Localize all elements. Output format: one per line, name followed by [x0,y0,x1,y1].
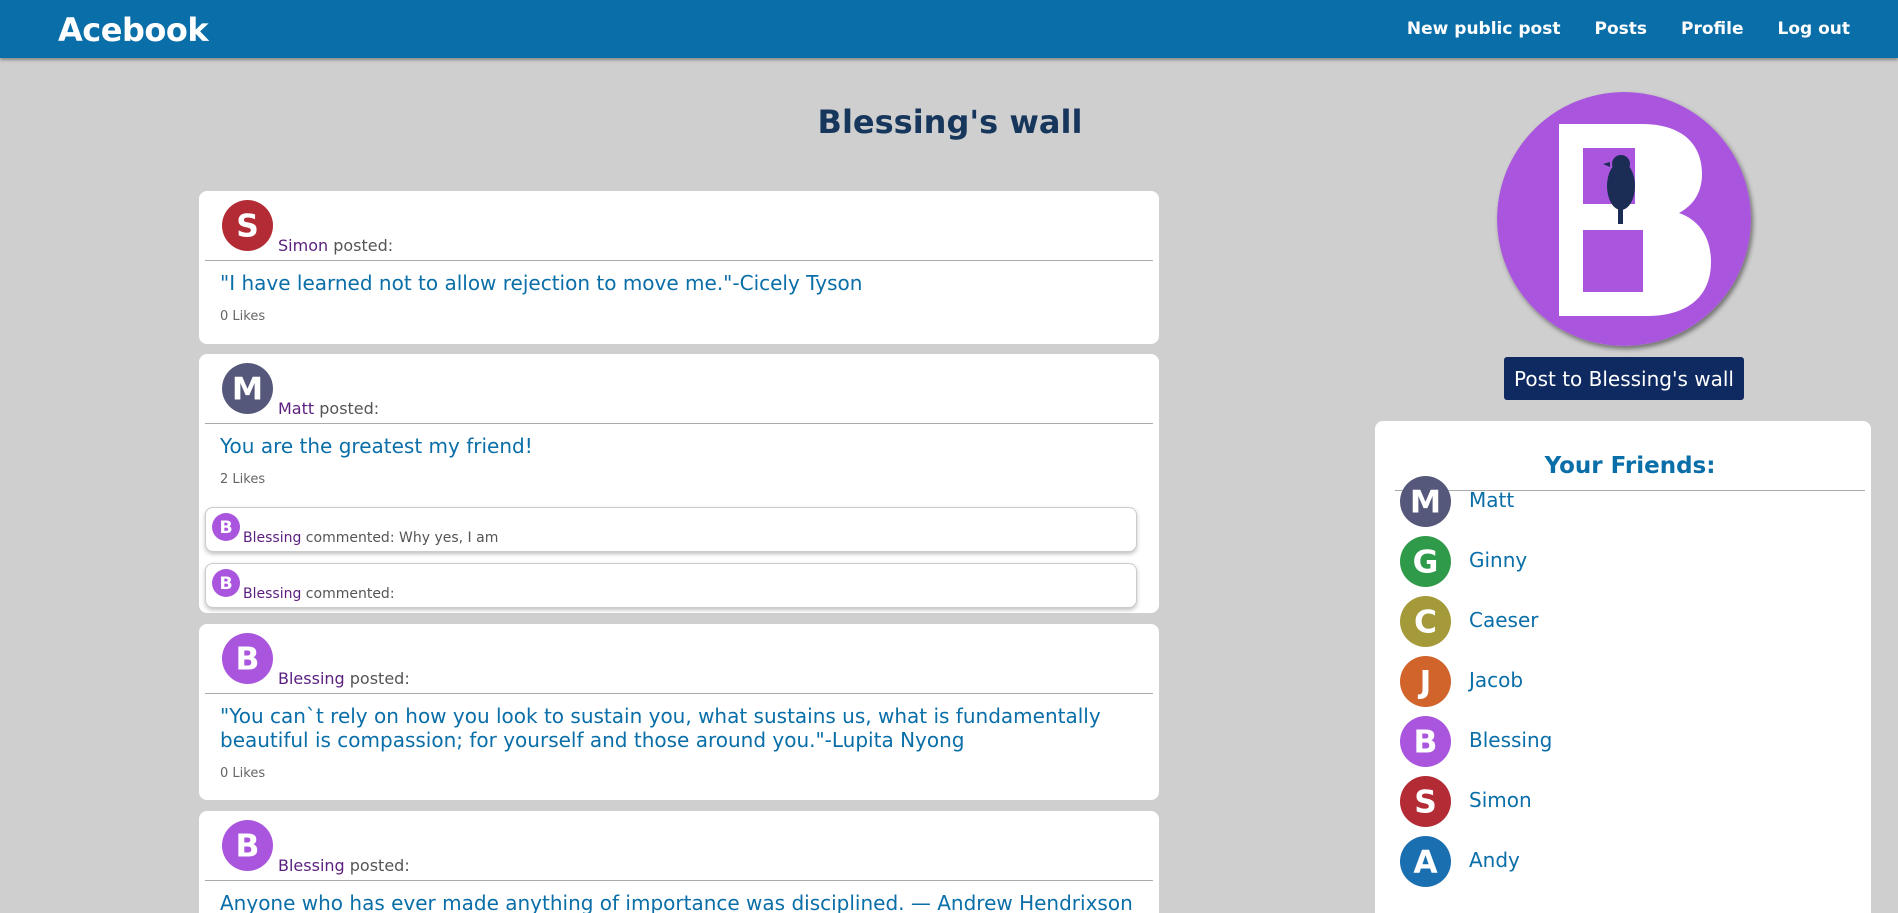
friend-name[interactable]: Matt [1469,488,1514,512]
friend-item-blessing[interactable]: B Blessing [1400,716,1800,768]
poster-line: Simon posted: [278,236,394,255]
friend-name[interactable]: Blessing [1469,728,1552,752]
friend-item-jacob[interactable]: J Jacob [1400,656,1800,708]
post-text: Anyone who has ever made anything of imp… [220,891,1133,913]
user-avatar-icon[interactable]: S [222,200,273,251]
nav-log-out[interactable]: Log out [1777,19,1850,39]
logo-text: Acebook [58,11,209,49]
poster-line: Matt posted: [278,399,380,418]
post-text: "You can`t rely on how you look to susta… [220,704,1101,752]
friend-name[interactable]: Jacob [1469,668,1523,692]
friend-avatar-icon[interactable]: A [1400,836,1451,887]
navbar: Acebook New public post Posts Profile Lo… [0,0,1898,58]
friend-name[interactable]: Simon [1469,788,1532,812]
nav-new-public-post[interactable]: New public post [1407,19,1561,39]
comment-author-link[interactable]: Blessing [243,530,301,546]
user-avatar-icon[interactable]: M [222,363,273,414]
friend-item-simon[interactable]: S Simon [1400,776,1800,828]
acebook-logo[interactable]: Acebook [58,6,209,50]
svg-text:B: B [1414,724,1438,760]
post-to-wall-button[interactable]: Post to Blessing's wall [1504,357,1744,400]
post-card: S Simon posted: "I have learned not to a… [199,191,1159,344]
poster-line: Blessing posted: [278,856,410,875]
svg-text:S: S [1414,784,1437,820]
svg-text:B: B [236,641,260,677]
nav-posts[interactable]: Posts [1594,19,1647,39]
comment: B Blessing commented: Why yes, I am [205,507,1137,552]
friend-name[interactable]: Ginny [1469,548,1527,572]
svg-text:B: B [236,828,260,864]
comment: B Blessing commented: [205,563,1137,608]
svg-text:S: S [236,208,259,244]
post-header: M Matt posted: [205,354,1153,424]
svg-text:B: B [219,574,232,594]
author-link[interactable]: Matt [278,399,314,418]
commenter-avatar-icon[interactable]: B [212,513,240,541]
friend-item-andy[interactable]: A Andy [1400,836,1800,888]
friend-avatar-icon[interactable]: C [1400,596,1451,647]
svg-text:M: M [1410,484,1441,520]
post-header: B Blessing posted: [205,624,1153,694]
post-text: You are the greatest my friend! [220,434,533,458]
post-card: M Matt posted: You are the greatest my f… [199,354,1159,613]
likes-count[interactable]: 2 Likes [205,458,1153,487]
commenter-avatar-icon[interactable]: B [212,569,240,597]
post-card: B Blessing posted: "You can`t rely on ho… [199,624,1159,800]
profile-picture-icon [1497,92,1751,346]
user-avatar-icon[interactable]: B [222,633,273,684]
svg-text:J: J [1418,664,1432,700]
friend-avatar-icon[interactable]: S [1400,776,1451,827]
post-card: B Blessing posted: Anyone who has ever m… [199,811,1159,913]
friend-item-matt[interactable]: M Matt [1400,476,1800,528]
svg-text:C: C [1414,604,1437,640]
friend-name[interactable]: Andy [1469,848,1520,872]
friend-name[interactable]: Caeser [1469,608,1538,632]
friends-list-card: Your Friends: M Matt G Ginny C Caeser J … [1375,421,1871,913]
friend-avatar-icon[interactable]: J [1400,656,1451,707]
friend-avatar-icon[interactable]: G [1400,536,1451,587]
comment-text: Blessing commented: Why yes, I am [243,530,499,546]
page-title: Blessing's wall [817,103,1083,141]
likes-count[interactable]: 0 Likes [205,752,1153,781]
friend-avatar-icon[interactable]: B [1400,716,1451,767]
author-link[interactable]: Simon [278,236,328,255]
author-link[interactable]: Blessing [278,856,345,875]
friend-item-ginny[interactable]: G Ginny [1400,536,1800,588]
post-header: B Blessing posted: [205,811,1153,881]
friend-item-caeser[interactable]: C Caeser [1400,596,1800,648]
svg-text:M: M [232,371,263,407]
author-link[interactable]: Blessing [278,669,345,688]
nav-links: New public post Posts Profile Log out [1407,0,1850,58]
likes-count[interactable]: 0 Likes [205,295,1153,324]
comment-text: Blessing commented: [243,586,395,602]
svg-text:A: A [1413,844,1438,880]
post-text: "I have learned not to allow rejection t… [220,271,863,295]
comment-author-link[interactable]: Blessing [243,586,301,602]
user-avatar-icon[interactable]: B [222,820,273,871]
poster-line: Blessing posted: [278,669,410,688]
post-header: S Simon posted: [205,191,1153,261]
svg-text:G: G [1413,544,1439,580]
friend-avatar-icon[interactable]: M [1400,476,1451,527]
svg-text:B: B [219,518,232,538]
nav-profile[interactable]: Profile [1681,19,1743,39]
